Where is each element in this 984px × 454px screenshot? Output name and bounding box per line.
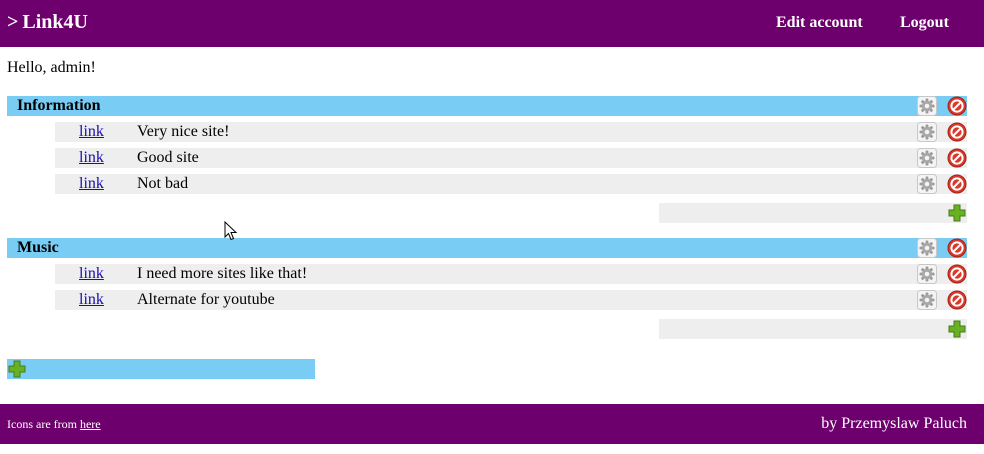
link-anchor[interactable]: link bbox=[79, 175, 104, 193]
delete-icon[interactable] bbox=[947, 96, 967, 116]
brand-arrow: > bbox=[7, 11, 19, 33]
link-row: link Alternate for youtube bbox=[55, 290, 967, 310]
link-row: link Very nice site! bbox=[55, 122, 967, 142]
gear-icon[interactable] bbox=[917, 264, 937, 284]
delete-icon[interactable] bbox=[947, 238, 967, 258]
plus-icon[interactable] bbox=[7, 359, 27, 379]
gear-icon[interactable] bbox=[917, 148, 937, 168]
gear-icon[interactable] bbox=[917, 238, 937, 258]
link-anchor[interactable]: link bbox=[79, 123, 104, 141]
plus-icon[interactable] bbox=[947, 319, 967, 339]
add-link-bar bbox=[659, 203, 967, 223]
mouse-cursor-icon bbox=[224, 221, 238, 241]
author-credit: by Przemyslaw Paluch bbox=[821, 415, 967, 432]
link-description: Alternate for youtube bbox=[137, 291, 275, 308]
link-row: link I need more sites like that! bbox=[55, 264, 967, 284]
gear-icon[interactable] bbox=[917, 96, 937, 116]
icon-credit-text: Icons are from bbox=[7, 417, 77, 431]
link-anchor[interactable]: link bbox=[79, 291, 104, 309]
category-title: Music bbox=[17, 239, 59, 256]
link-anchor[interactable]: link bbox=[79, 149, 104, 167]
link-row: link Not bad bbox=[55, 174, 967, 194]
icon-credit: Icons are from here bbox=[7, 417, 101, 432]
top-nav-bar: > Link4U Edit account Logout bbox=[0, 0, 984, 47]
link-row: link Good site bbox=[55, 148, 967, 168]
delete-icon[interactable] bbox=[947, 148, 967, 168]
icon-credit-link[interactable]: here bbox=[80, 417, 101, 431]
link-description: Not bad bbox=[137, 175, 189, 192]
link-description: Good site bbox=[137, 149, 199, 166]
delete-icon[interactable] bbox=[947, 122, 967, 142]
link-anchor[interactable]: link bbox=[79, 265, 104, 283]
gear-icon[interactable] bbox=[917, 122, 937, 142]
delete-icon[interactable] bbox=[947, 264, 967, 284]
greeting-text: Hello, admin! bbox=[7, 59, 96, 76]
site-logo[interactable]: > Link4U bbox=[7, 11, 88, 34]
category-header: Music bbox=[7, 238, 967, 258]
plus-icon[interactable] bbox=[947, 203, 967, 223]
logout-link[interactable]: Logout bbox=[900, 14, 949, 32]
link-description: Very nice site! bbox=[137, 123, 230, 140]
delete-icon[interactable] bbox=[947, 174, 967, 194]
footer: Icons are from here by Przemyslaw Paluch bbox=[0, 404, 984, 444]
gear-icon[interactable] bbox=[917, 174, 937, 194]
category-header: Information bbox=[7, 96, 967, 116]
category-title: Information bbox=[17, 97, 101, 114]
delete-icon[interactable] bbox=[947, 290, 967, 310]
edit-account-link[interactable]: Edit account bbox=[776, 14, 863, 32]
link-description: I need more sites like that! bbox=[137, 265, 308, 282]
brand-name: Link4U bbox=[22, 11, 88, 33]
add-link-bar bbox=[659, 319, 967, 339]
gear-icon[interactable] bbox=[917, 290, 937, 310]
add-category-bar bbox=[7, 359, 315, 379]
